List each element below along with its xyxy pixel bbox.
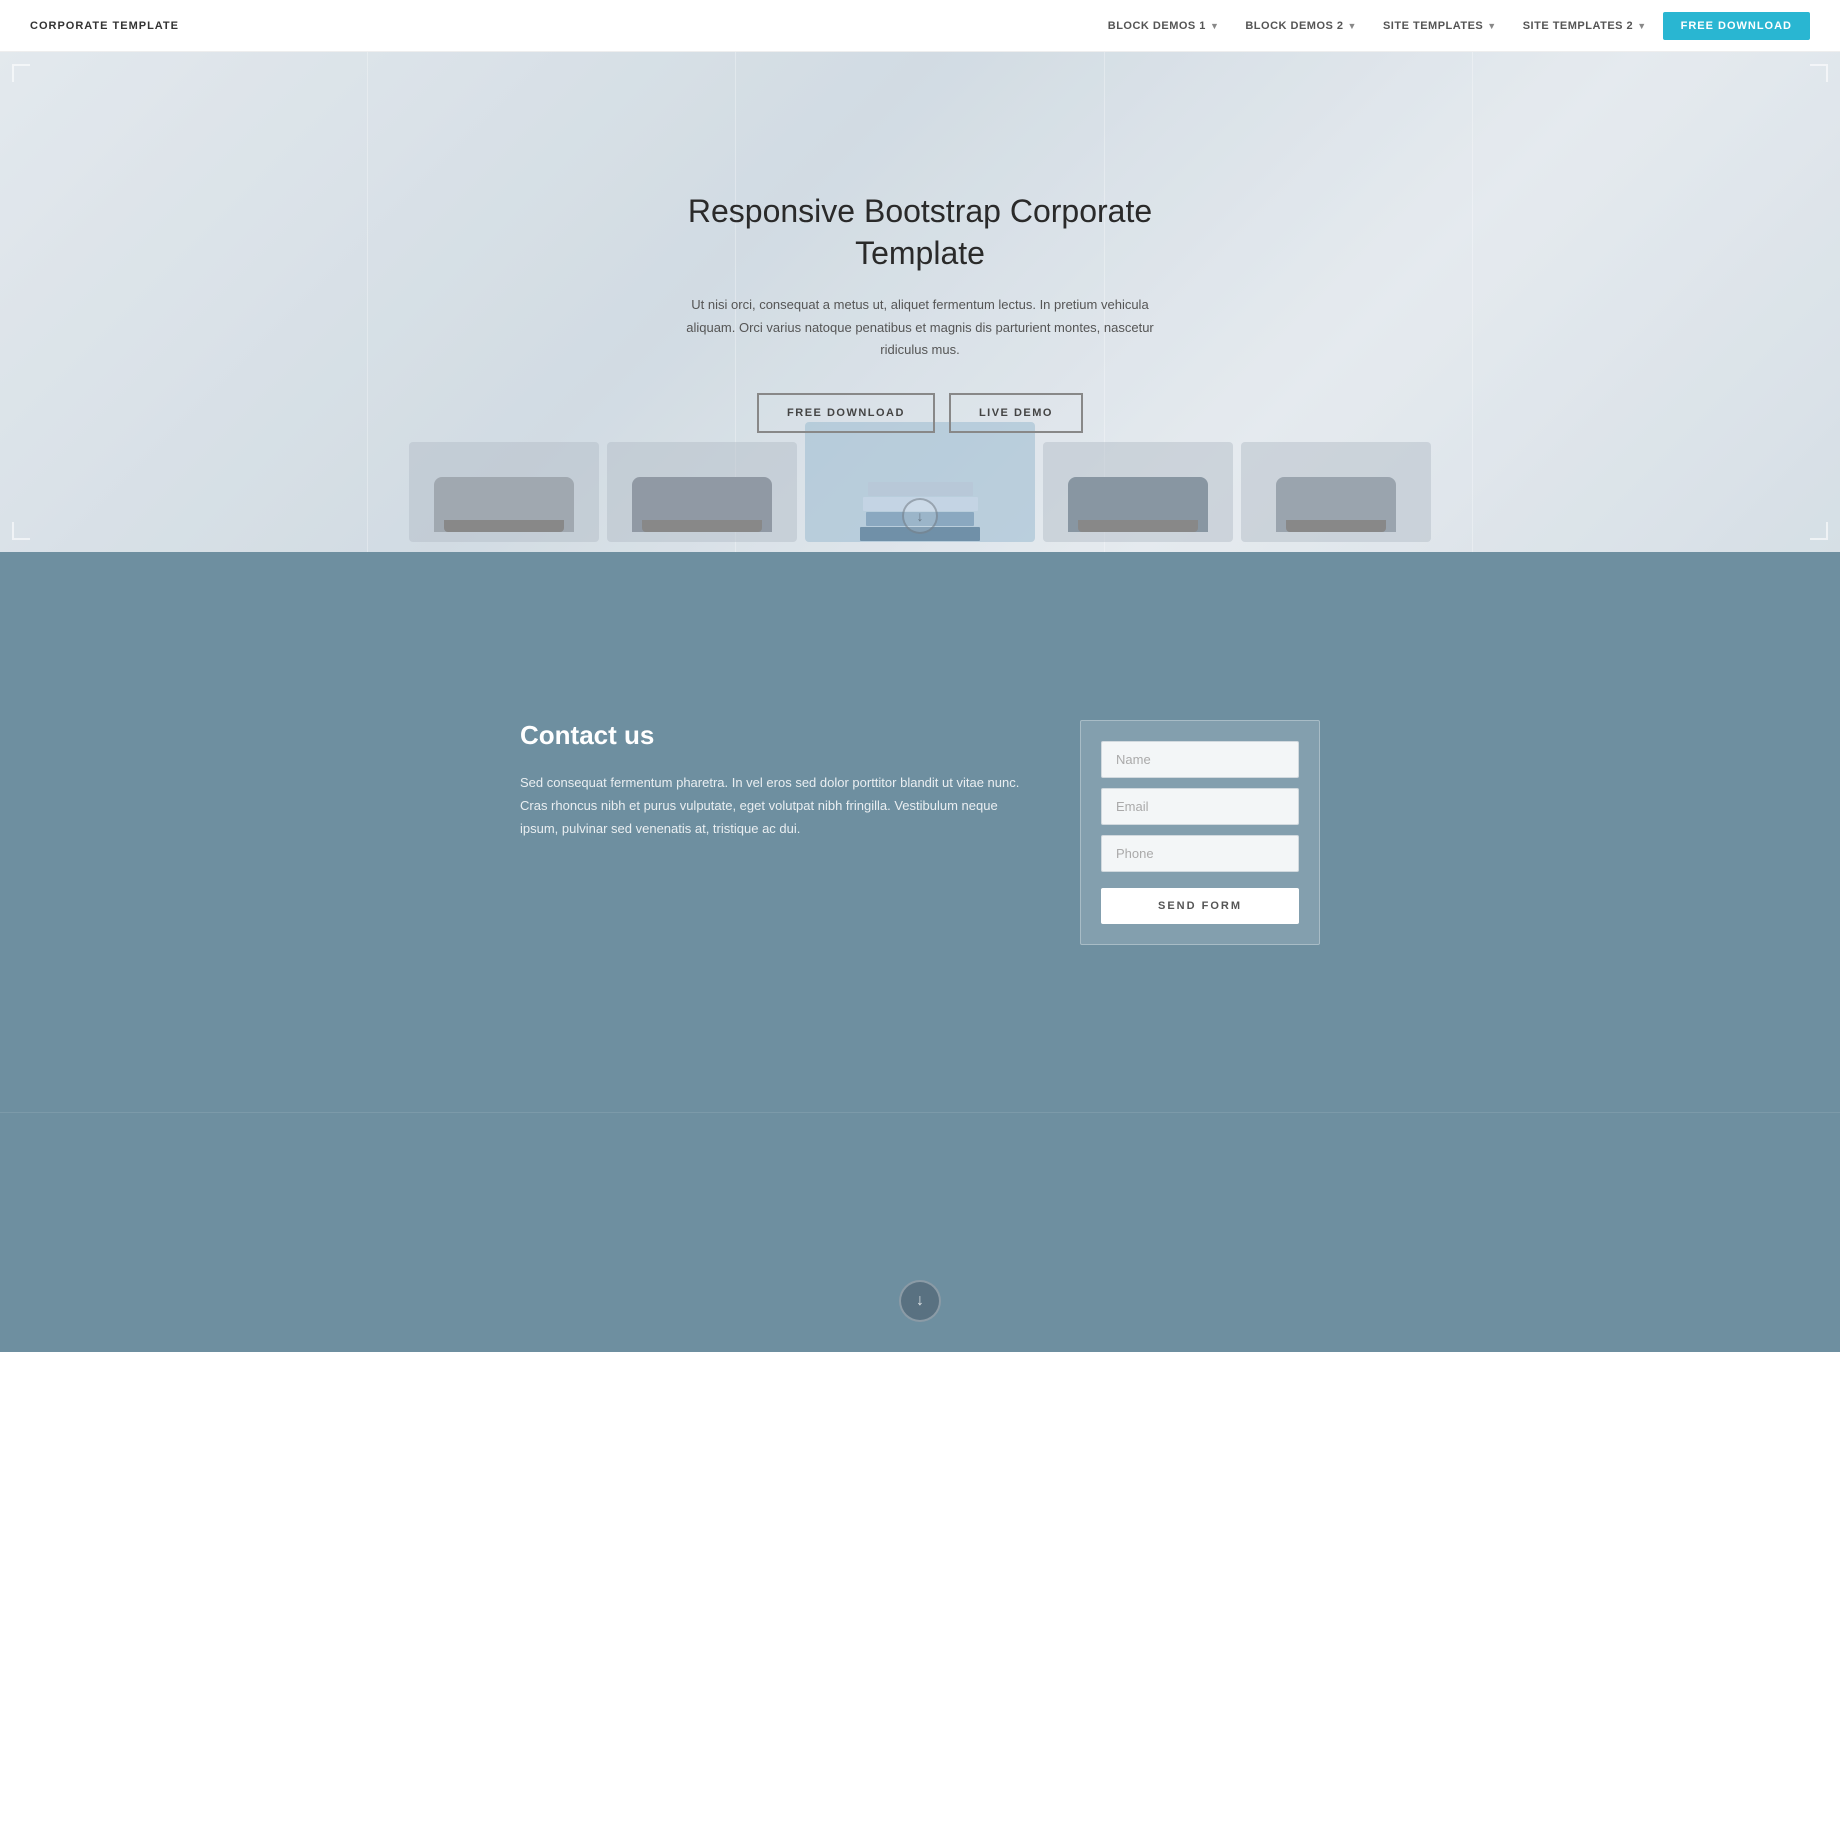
- carousel-item-4: [1241, 442, 1431, 542]
- bracket-top-right: [1810, 64, 1828, 82]
- nav-item-site-templates[interactable]: SITE TEMPLATES ▼: [1373, 14, 1507, 38]
- name-input[interactable]: [1101, 741, 1299, 778]
- hero-buttons: FREE DOWNLOAD LIVE DEMO: [680, 393, 1160, 433]
- hero-section: Responsive Bootstrap Corporate Template …: [0, 52, 1840, 552]
- dropdown-caret-4: ▼: [1637, 21, 1646, 31]
- bracket-top-left: [12, 64, 30, 82]
- contact-title: Contact us: [520, 720, 1020, 751]
- bracket-bottom-right: [1810, 522, 1828, 540]
- sofa-4: [1276, 477, 1396, 532]
- bottom-section: ↓: [0, 1112, 1840, 1352]
- email-input[interactable]: [1101, 788, 1299, 825]
- dropdown-caret-2: ▼: [1348, 21, 1357, 31]
- sofa-1: [434, 477, 574, 532]
- navbar: CORPORATE TEMPLATE BLOCK DEMOS 1 ▼ BLOCK…: [0, 0, 1840, 52]
- hero-content: Responsive Bootstrap Corporate Template …: [640, 161, 1200, 462]
- contact-inner: Contact us Sed consequat fermentum phare…: [520, 720, 1320, 945]
- send-form-button[interactable]: SEND FORM: [1101, 888, 1299, 924]
- carousel-item-1: [409, 442, 599, 542]
- sofa-3: [1068, 477, 1208, 532]
- nav-item-block-demos-1[interactable]: BLOCK DEMOS 1 ▼: [1098, 14, 1230, 38]
- hero-panel-5: [1473, 52, 1840, 552]
- hero-scroll-down[interactable]: ↓: [902, 498, 938, 534]
- hero-title: Responsive Bootstrap Corporate Template: [680, 191, 1160, 274]
- bottom-scroll-down[interactable]: ↓: [899, 1280, 941, 1322]
- contact-section: Contact us Sed consequat fermentum phare…: [0, 552, 1840, 1112]
- navbar-nav: BLOCK DEMOS 1 ▼ BLOCK DEMOS 2 ▼ SITE TEM…: [1098, 12, 1810, 40]
- bracket-bottom-left: [12, 522, 30, 540]
- hero-subtitle: Ut nisi orci, consequat a metus ut, aliq…: [680, 294, 1160, 360]
- phone-input[interactable]: [1101, 835, 1299, 872]
- dropdown-caret-3: ▼: [1487, 21, 1496, 31]
- nav-item-block-demos-2[interactable]: BLOCK DEMOS 2 ▼: [1235, 14, 1367, 38]
- hero-download-button[interactable]: FREE DOWNLOAD: [757, 393, 935, 433]
- sofa-2: [632, 477, 772, 532]
- hero-panel-1: [0, 52, 368, 552]
- contact-text: Contact us Sed consequat fermentum phare…: [520, 720, 1020, 841]
- contact-description: Sed consequat fermentum pharetra. In vel…: [520, 771, 1020, 841]
- nav-item-site-templates-2[interactable]: SITE TEMPLATES 2 ▼: [1513, 14, 1657, 38]
- free-download-button[interactable]: FREE DOWNLOAD: [1663, 12, 1810, 40]
- navbar-brand: CORPORATE TEMPLATE: [30, 20, 179, 32]
- contact-form: SEND FORM: [1080, 720, 1320, 945]
- book-1: [868, 482, 973, 496]
- hero-demo-button[interactable]: LIVE DEMO: [949, 393, 1083, 433]
- dropdown-caret-1: ▼: [1210, 21, 1219, 31]
